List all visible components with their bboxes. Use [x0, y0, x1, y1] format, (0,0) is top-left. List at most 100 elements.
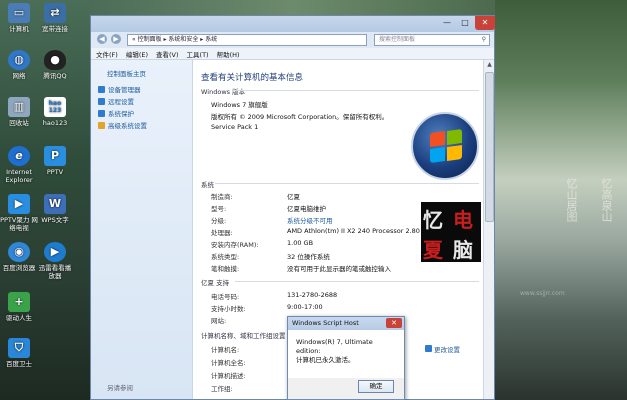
back-button[interactable]: ◀: [97, 34, 107, 44]
desktop-icon-label: PPTV聚力 网络电视: [0, 216, 38, 232]
dialog-message-line-2: 计算机已永久激活。: [296, 356, 355, 364]
system-value-pen-touch: 没有可用于此显示器的笔或触控输入: [287, 265, 391, 273]
driver-shield-icon: +: [8, 292, 30, 312]
support-label-hours: 支持小时数:: [211, 305, 246, 313]
desktop-icon-wps[interactable]: W WPS文字: [36, 194, 74, 224]
desktop-icon-baidu-guard[interactable]: ⛉ 百度卫士: [0, 338, 38, 368]
shield-icon: [98, 121, 105, 129]
desktop-icon-broadband[interactable]: ⇄ 宽带连接: [36, 3, 74, 33]
computer-label-name: 计算机名:: [211, 346, 240, 354]
shield-icon: [98, 97, 105, 105]
control-panel-home-link[interactable]: 控制面板主页: [107, 68, 146, 78]
desktop-icon-ie[interactable]: e Internet Explorer: [0, 146, 38, 184]
search-placeholder: 搜索控制面板: [379, 36, 416, 43]
windows-flag-red: [430, 130, 445, 148]
change-settings-link[interactable]: 更改设置: [425, 344, 460, 354]
menu-view[interactable]: 查看(V): [156, 49, 179, 59]
windows-logo: [411, 112, 479, 180]
address-bar: ◀ ▶ « 控制面板 ▸ 系统和安全 ▸ 系统 搜索控制面板 ⚲: [91, 32, 494, 48]
address-field[interactable]: « 控制面板 ▸ 系统和安全 ▸ 系统: [127, 34, 367, 46]
sidebar-link-remote-settings[interactable]: 远程设置: [98, 96, 134, 106]
scroll-up-arrow-icon[interactable]: ▲: [485, 61, 494, 70]
computer-label-fullname: 计算机全名:: [211, 359, 246, 367]
desktop-icon-hao123[interactable]: hao 123 hao123: [36, 97, 74, 127]
shield-icon: [98, 109, 105, 117]
xunlei-player-icon: ▶: [44, 242, 66, 262]
scroll-thumb[interactable]: [485, 72, 494, 222]
menu-tools[interactable]: 工具(T): [187, 49, 209, 59]
section-title-system: 系统: [201, 181, 214, 189]
section-title-support: 亿夏 支持: [201, 279, 230, 287]
search-icon[interactable]: ⚲: [482, 35, 486, 45]
desktop-icon-pptv-tv[interactable]: ▶ PPTV聚力 网络电视: [0, 194, 38, 232]
sidebar-link-label: 设备管理器: [108, 86, 141, 94]
system-value-type: 32 位操作系统: [287, 253, 330, 261]
desktop-icon-label: 计算机: [9, 25, 29, 33]
wallpaper-caption: www.ssjjrr.com: [520, 290, 565, 297]
forward-button[interactable]: ▶: [111, 34, 121, 44]
wps-writer-icon: W: [44, 194, 66, 214]
desktop-icon-label: hao123: [42, 119, 68, 127]
baidu-guard-icon: ⛉: [8, 338, 30, 358]
system-label-manufacturer: 制造商:: [211, 193, 233, 201]
desktop-icon-label: 驱动人生: [6, 314, 32, 322]
desktop-icon-computer[interactable]: ▭ 计算机: [0, 3, 38, 33]
desktop-icon-baidu-browser[interactable]: ◉ 百度浏览器: [0, 242, 38, 272]
shield-icon: [98, 85, 105, 93]
desktop-icon-pptv[interactable]: P PPTV: [36, 146, 74, 176]
oem-char: 电: [453, 208, 473, 232]
desktop-icon-network[interactable]: ◍ 网络: [0, 50, 38, 80]
support-value-hours: 9:00-17:00: [287, 303, 323, 311]
dialog-close-button[interactable]: ✕: [386, 318, 402, 328]
sidebar-link-system-protection[interactable]: 系统保护: [98, 108, 134, 118]
minimize-button[interactable]: —: [439, 16, 455, 30]
sidebar-link-device-manager[interactable]: 设备管理器: [98, 84, 141, 94]
dialog-title: Windows Script Host: [292, 319, 359, 327]
shield-icon: [425, 345, 432, 352]
dialog-titlebar[interactable]: Windows Script Host ✕: [288, 317, 404, 330]
desktop-icon-driver[interactable]: + 驱动人生: [0, 292, 38, 322]
section-divider: [215, 183, 479, 184]
desktop-icon-qq[interactable]: ● 腾讯QQ: [36, 50, 74, 80]
computer-label-workgroup: 工作组:: [211, 385, 233, 393]
oem-char: 脑: [453, 238, 473, 262]
system-value-ram: 1.00 GB: [287, 239, 314, 247]
desktop-icon-recycle-bin[interactable]: ▥ 回收站: [0, 97, 38, 127]
window-titlebar[interactable]: — □ ✕: [91, 16, 495, 32]
menu-edit[interactable]: 编辑(E): [126, 49, 148, 59]
menu-bar: 文件(F) 编辑(E) 查看(V) 工具(T) 帮助(H): [91, 48, 494, 60]
oem-logo: 忆 电 夏 脑: [421, 202, 481, 262]
windows-flag-green: [447, 128, 462, 146]
pptv-tv-icon: ▶: [8, 194, 30, 214]
menu-file[interactable]: 文件(F): [96, 49, 118, 59]
wallpaper-calligraphy-2: 忆高泉山: [600, 178, 613, 222]
windows-edition-name: Windows 7 旗舰版: [211, 101, 268, 109]
support-value-phone: 131-2780-2688: [287, 291, 338, 299]
desktop-icon-label: 腾讯QQ: [43, 72, 67, 80]
windows-flag-blue: [430, 146, 445, 164]
sidebar-link-label: 高级系统设置: [108, 122, 147, 130]
qq-penguin-icon: ●: [44, 50, 66, 70]
support-label-website: 网站:: [211, 317, 227, 325]
system-label-processor: 处理器:: [211, 229, 233, 237]
support-label-phone: 电话号码:: [211, 293, 240, 301]
network-globe-icon: ◍: [8, 50, 30, 70]
vertical-scrollbar[interactable]: ▲: [483, 60, 494, 399]
menu-help[interactable]: 帮助(H): [217, 49, 240, 59]
system-label-model: 型号:: [211, 205, 227, 213]
ok-button[interactable]: 确定: [358, 380, 394, 393]
page-title: 查看有关计算机的基本信息: [201, 73, 304, 83]
desktop-icon-label: Internet Explorer: [5, 168, 33, 184]
desktop-icon-label: 网络: [12, 72, 26, 80]
search-input[interactable]: 搜索控制面板 ⚲: [374, 34, 490, 46]
desktop-icon-label: WPS文字: [41, 216, 69, 224]
close-button[interactable]: ✕: [475, 16, 495, 30]
system-rating-link[interactable]: 系统分级不可用: [287, 215, 333, 225]
system-label-pen-touch: 笔和触摸:: [211, 265, 240, 273]
sidebar-link-advanced-settings[interactable]: 高级系统设置: [98, 120, 147, 130]
dialog-message-line-1: Windows(R) 7, Ultimate edition:: [296, 338, 373, 355]
desktop-icon-xunlei[interactable]: ▶ 迅雷看看播放器: [36, 242, 74, 280]
maximize-button[interactable]: □: [457, 16, 473, 30]
change-settings-label: 更改设置: [434, 346, 460, 354]
system-label-ram: 安装内存(RAM):: [211, 241, 259, 249]
